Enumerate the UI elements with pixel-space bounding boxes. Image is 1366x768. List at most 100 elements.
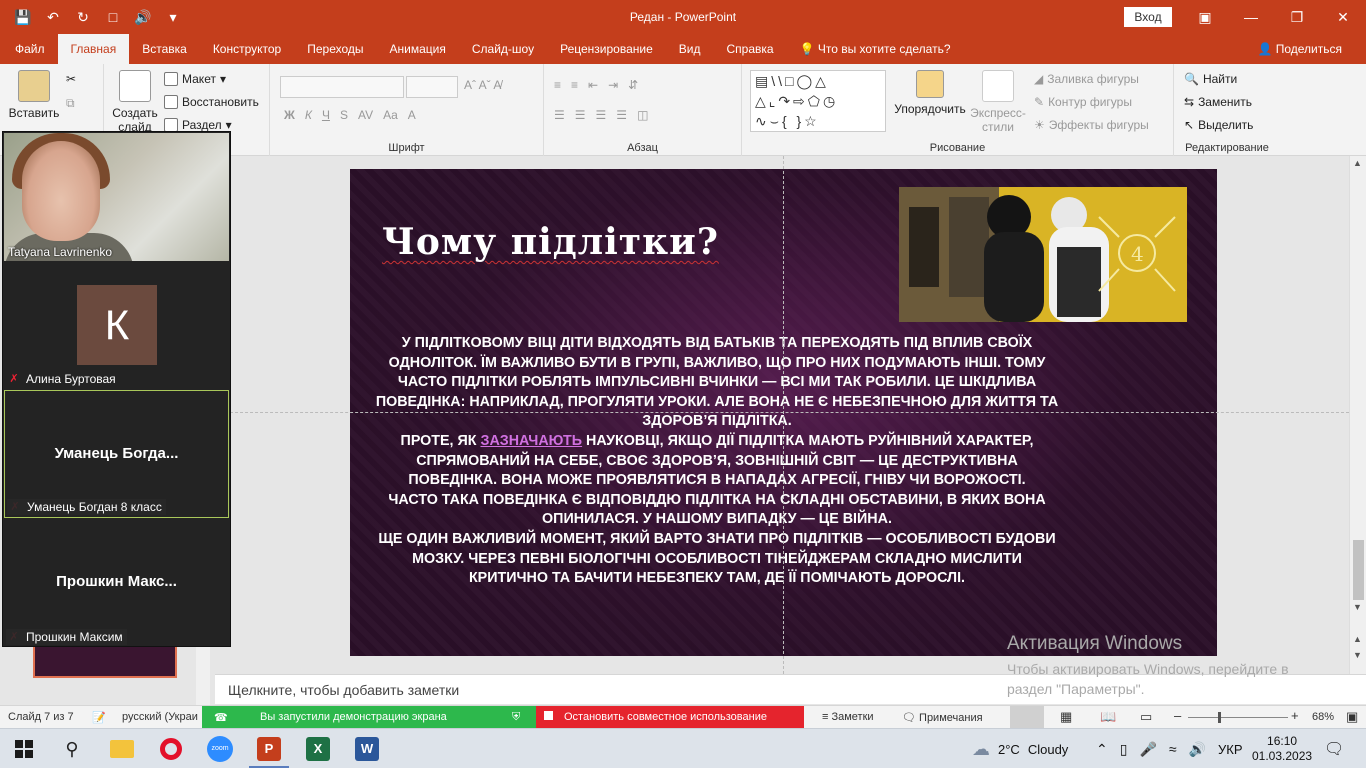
tab-design[interactable]: Конструктор: [200, 34, 294, 64]
decrease-indent-icon[interactable]: ⇤: [588, 78, 598, 92]
align-left-icon[interactable]: ☰: [554, 108, 565, 122]
shape-effects-button[interactable]: ☀ Эффекты фигуры: [1034, 118, 1149, 132]
align-center-icon[interactable]: ☰: [575, 108, 586, 122]
zoom-app-icon[interactable]: zoom: [196, 729, 244, 768]
video-tile-self[interactable]: Tatyana Lavrinenko: [4, 133, 229, 261]
clock[interactable]: 16:10 01.03.2023: [1252, 729, 1312, 768]
slide-body-text[interactable]: У підлітковому віці діти відходять від б…: [372, 334, 1062, 589]
zoom-level[interactable]: 68%: [1312, 711, 1334, 723]
zoom-slider-handle[interactable]: [1218, 712, 1221, 723]
tab-slideshow[interactable]: Слайд-шоу: [459, 34, 547, 64]
increase-indent-icon[interactable]: ⇥: [608, 78, 618, 92]
normal-view-button[interactable]: [1010, 706, 1044, 728]
tab-transitions[interactable]: Переходы: [294, 34, 376, 64]
slideshow-view-icon[interactable]: ▭: [1140, 709, 1152, 725]
scrollbar-thumb[interactable]: [1353, 540, 1364, 600]
save-icon[interactable]: 💾: [10, 4, 36, 30]
thumbnail-scrollbar[interactable]: [196, 640, 210, 706]
comments-button[interactable]: 🗨 Примечания: [902, 711, 983, 724]
copy-icon[interactable]: ⧉: [66, 96, 75, 111]
replace-button[interactable]: ⇆ Заменить: [1184, 95, 1252, 109]
italic-icon[interactable]: К: [305, 108, 312, 122]
previous-slide-icon[interactable]: ▲: [1353, 634, 1362, 644]
find-button[interactable]: 🔍 Найти: [1184, 72, 1237, 86]
slide-counter[interactable]: Слайд 7 из 7: [8, 711, 74, 723]
excel-icon[interactable]: X: [294, 729, 342, 768]
justify-icon[interactable]: ☰: [616, 108, 627, 122]
keyboard-language[interactable]: УКР: [1218, 729, 1243, 768]
spacing-icon[interactable]: AV: [358, 108, 373, 122]
stop-share-button[interactable]: Остановить совместное использование: [536, 706, 804, 729]
powerpoint-icon[interactable]: P: [245, 729, 293, 768]
volume-icon[interactable]: 🔊: [1189, 741, 1206, 758]
opera-icon[interactable]: [147, 729, 195, 768]
chevron-up-icon[interactable]: ⌃: [1096, 741, 1108, 758]
speaker-icon[interactable]: 🔊: [130, 4, 156, 30]
customize-qat-icon[interactable]: ▾: [160, 4, 186, 30]
tab-help[interactable]: Справка: [713, 34, 786, 64]
tell-me-box[interactable]: 💡 Что вы хотите сделать?: [787, 34, 964, 64]
participant-tile-2[interactable]: К ✗ Алина Буртовая: [4, 261, 229, 389]
ribbon-display-options-icon[interactable]: ▣: [1182, 0, 1228, 34]
battery-icon[interactable]: ▯: [1120, 741, 1128, 758]
tab-review[interactable]: Рецензирование: [547, 34, 666, 64]
zoom-video-panel[interactable]: Tatyana Lavrinenko К ✗ Алина Буртовая Ум…: [2, 131, 231, 647]
bullets-icon[interactable]: ≡: [554, 78, 561, 92]
windows-start-icon[interactable]: [0, 729, 48, 768]
font-color-icon[interactable]: A: [408, 108, 416, 122]
next-slide-icon[interactable]: ▼: [1353, 650, 1362, 660]
underline-icon[interactable]: Ч: [322, 108, 330, 122]
share-button[interactable]: 👤 Поделиться: [1257, 34, 1342, 64]
microphone-icon[interactable]: 🎤: [1139, 741, 1156, 758]
new-slide-button[interactable]: Создать слайд: [110, 70, 160, 134]
strikethrough-icon[interactable]: S: [340, 108, 348, 122]
close-icon[interactable]: ✕: [1320, 0, 1366, 34]
bold-icon[interactable]: Ж: [284, 108, 295, 122]
zoom-slider[interactable]: [1188, 717, 1288, 718]
participant-tile-3[interactable]: Уманець Богда... ✗ Уманець Богдан 8 клас…: [4, 390, 229, 518]
minimize-icon[interactable]: —: [1228, 0, 1274, 34]
slide-sorter-icon[interactable]: ▦: [1060, 709, 1072, 725]
numbering-icon[interactable]: ≡: [571, 78, 578, 92]
word-icon[interactable]: W: [343, 729, 391, 768]
slide-picture[interactable]: 4: [899, 187, 1187, 322]
zoom-in-icon[interactable]: +: [1291, 708, 1299, 723]
zoom-out-icon[interactable]: –: [1174, 708, 1181, 723]
font-size-select[interactable]: [406, 76, 458, 98]
quick-styles-button[interactable]: Экспресс-стили: [970, 70, 1026, 134]
select-button[interactable]: ↖ Выделить: [1184, 118, 1253, 132]
scroll-up-icon[interactable]: ▲: [1353, 158, 1362, 168]
undo-icon[interactable]: ↶: [40, 4, 66, 30]
paste-button[interactable]: Вставить: [6, 70, 62, 120]
notification-icon[interactable]: 🗨: [1324, 729, 1344, 768]
login-button[interactable]: Вход: [1124, 7, 1172, 27]
language-indicator[interactable]: русский (Украи: [122, 711, 198, 723]
align-right-icon[interactable]: ☰: [596, 108, 607, 122]
columns-icon[interactable]: ◫: [637, 108, 648, 122]
file-explorer-icon[interactable]: [98, 729, 146, 768]
line-spacing-icon[interactable]: ⇵: [628, 78, 638, 92]
participant-tile-4[interactable]: Прошкин Макс... ✗ Прошкин Максим: [4, 519, 229, 647]
tab-insert[interactable]: Вставка: [129, 34, 200, 64]
redo-icon[interactable]: ↻: [70, 4, 96, 30]
reading-view-icon[interactable]: 📖: [1100, 709, 1116, 725]
shape-outline-button[interactable]: ✎ Контур фигуры: [1034, 95, 1132, 109]
layout-button[interactable]: Макет ▾: [164, 72, 226, 86]
tab-home[interactable]: Главная: [57, 34, 130, 64]
tab-animations[interactable]: Анимация: [377, 34, 459, 64]
case-icon[interactable]: Aa: [383, 108, 398, 122]
tab-file[interactable]: Файл: [0, 34, 58, 64]
wifi-icon[interactable]: ≈: [1169, 741, 1177, 757]
slide-title[interactable]: Чому підлітки?: [382, 221, 719, 263]
fit-to-window-icon[interactable]: ▣: [1346, 709, 1358, 725]
spellcheck-icon[interactable]: 📝: [92, 711, 106, 724]
arrange-button[interactable]: Упорядочить: [892, 70, 968, 116]
shapes-gallery[interactable]: ▤\\□◯△ △⌞↷⇨⬠◷ ∿⌣{ }☆: [750, 70, 886, 132]
shape-fill-button[interactable]: ◢ Заливка фигуры: [1034, 72, 1139, 86]
weather-widget[interactable]: ☁ 2°C Cloudy: [972, 729, 1068, 768]
increase-font-icon[interactable]: Aˆ Aˇ A̸: [464, 78, 501, 92]
reset-button[interactable]: Восстановить: [164, 95, 259, 109]
editor-scrollbar[interactable]: ▲ ▼ ▲ ▼: [1349, 156, 1366, 674]
notes-button[interactable]: ≡ Заметки: [822, 711, 874, 723]
section-button[interactable]: Раздел ▾: [164, 118, 232, 132]
